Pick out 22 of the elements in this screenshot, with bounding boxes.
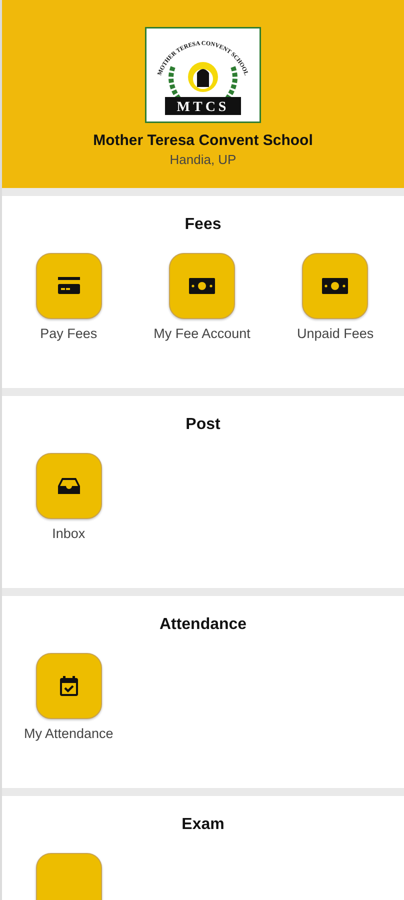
menu-label: Inbox [52, 526, 86, 541]
menu-tile[interactable] [36, 653, 102, 719]
menu-label: My Fee Account [154, 326, 250, 341]
menu-label: Unpaid Fees [297, 326, 374, 341]
inbox-icon [58, 478, 80, 494]
section-title: Exam [182, 816, 224, 834]
menu-tile[interactable] [302, 253, 368, 319]
calendar-check-icon [60, 676, 78, 696]
section-title: Post [186, 416, 220, 434]
school-location: Handia, UP [170, 152, 236, 167]
school-name: Mother Teresa Convent School [93, 132, 313, 149]
menu-tile[interactable] [168, 253, 235, 319]
menu-tile[interactable] [36, 453, 102, 519]
menu-label: Pay Fees [40, 326, 98, 341]
banknote-icon [322, 278, 348, 294]
credit-card-icon [58, 277, 80, 295]
section-title: Attendance [159, 616, 247, 634]
menu-label: My Attendance [24, 726, 114, 741]
banknote-icon [188, 278, 215, 294]
menu-tile[interactable] [36, 253, 102, 319]
menu-tile[interactable] [36, 853, 102, 900]
section-title: Fees [184, 216, 222, 234]
